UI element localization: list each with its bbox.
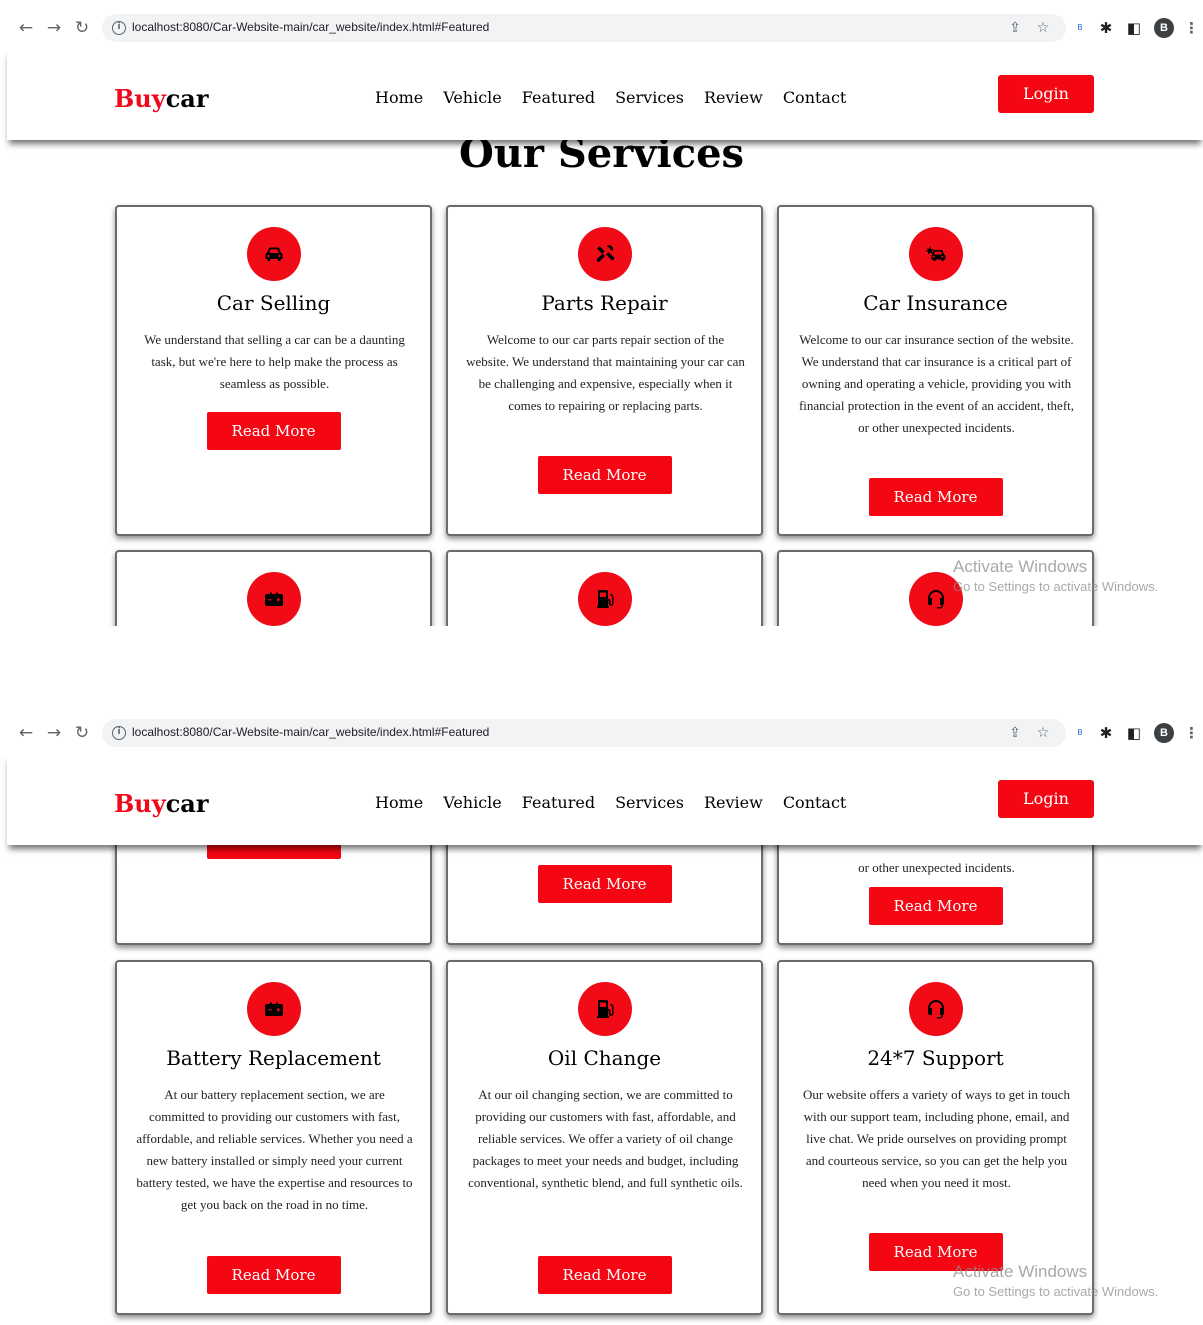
info-icon[interactable]: i: [112, 726, 126, 740]
card-title: Car Selling: [216, 291, 331, 315]
share-icon[interactable]: ⇪: [1006, 724, 1024, 742]
service-card-car-insurance: Car Insurance Welcome to our car insuran…: [777, 205, 1094, 536]
read-more-button[interactable]: Read More: [206, 1256, 341, 1294]
address-bar[interactable]: i localhost:8080/Car-Website-main/car_we…: [102, 719, 1066, 747]
browser-chrome-top: ← → ↻ i localhost:8080/Car-Website-main/…: [0, 8, 1203, 48]
read-more-button[interactable]: Read More: [537, 865, 672, 903]
read-more-button[interactable]: Read More: [868, 478, 1003, 516]
browser-chrome-bottom: ← → ↻ i localhost:8080/Car-Website-main/…: [0, 713, 1203, 753]
site-header: Buycar Home Vehicle Featured Services Re…: [7, 48, 1203, 140]
battery-icon: [246, 572, 301, 626]
fuel-pump-icon: [577, 572, 632, 626]
battery-icon: [246, 982, 301, 1036]
service-card-battery-replacement: [115, 550, 432, 626]
nav-vehicle[interactable]: Vehicle: [443, 88, 502, 107]
url-text: localhost:8080/Car-Website-main/car_webs…: [132, 725, 490, 739]
nav-services[interactable]: Services: [615, 793, 684, 812]
nav-home[interactable]: Home: [375, 88, 423, 107]
back-arrow-icon[interactable]: ←: [16, 723, 36, 743]
side-panel-icon[interactable]: ◧: [1124, 18, 1144, 38]
bookmark-star-icon[interactable]: ☆: [1034, 724, 1052, 742]
nav-featured[interactable]: Featured: [522, 793, 595, 812]
card-text: Welcome to our car insurance section of …: [798, 332, 1075, 435]
nav-home[interactable]: Home: [375, 793, 423, 812]
extension-badge[interactable]: B: [1070, 18, 1090, 38]
main-nav: Home Vehicle Featured Services Review Co…: [375, 88, 846, 107]
site-header: Buycar Home Vehicle Featured Services Re…: [7, 753, 1203, 845]
share-icon[interactable]: ⇪: [1006, 19, 1024, 37]
read-more-button[interactable]: Read More: [537, 456, 672, 494]
main-nav: Home Vehicle Featured Services Review Co…: [375, 793, 846, 812]
nav-contact[interactable]: Contact: [783, 793, 847, 812]
windows-watermark: Activate Windows Go to Settings to activ…: [953, 557, 1159, 594]
puzzle-icon[interactable]: ✱: [1096, 723, 1116, 743]
tools-icon: [577, 227, 632, 281]
card-title: Battery Replacement: [166, 1046, 381, 1070]
read-more-button[interactable]: Read More: [206, 412, 341, 450]
reload-icon[interactable]: ↻: [72, 18, 92, 38]
nav-vehicle[interactable]: Vehicle: [443, 793, 502, 812]
card-text: At our oil changing section, we are comm…: [468, 1087, 743, 1190]
bookmark-star-icon[interactable]: ☆: [1034, 19, 1052, 37]
service-card-battery-replacement: Battery Replacement At our battery repla…: [115, 960, 432, 1315]
nav-review[interactable]: Review: [704, 88, 763, 107]
nav-services[interactable]: Services: [615, 88, 684, 107]
page-viewport-bottom: Buycar Home Vehicle Featured Services Re…: [0, 753, 1203, 1325]
page-viewport-top: Buycar Home Vehicle Featured Services Re…: [0, 48, 1203, 626]
nav-contact[interactable]: Contact: [783, 88, 847, 107]
car-crash-icon: [908, 227, 963, 281]
login-button[interactable]: Login: [998, 780, 1094, 818]
card-title: Car Insurance: [863, 291, 1008, 315]
service-card-oil-change: Oil Change At our oil changing section, …: [446, 960, 763, 1315]
menu-dots-icon[interactable]: ⋮: [1184, 723, 1199, 743]
card-text: At our battery replacement section, we a…: [136, 1087, 413, 1212]
puzzle-icon[interactable]: ✱: [1096, 18, 1116, 38]
read-more-button[interactable]: Read More: [868, 887, 1003, 925]
card-text: We understand that selling a car can be …: [144, 332, 405, 391]
windows-watermark: Activate Windows Go to Settings to activ…: [953, 1262, 1159, 1299]
forward-arrow-icon[interactable]: →: [44, 723, 64, 743]
back-arrow-icon[interactable]: ←: [16, 18, 36, 38]
service-card-oil-change: [446, 550, 763, 626]
info-icon[interactable]: i: [112, 21, 126, 35]
nav-featured[interactable]: Featured: [522, 88, 595, 107]
fuel-pump-icon: [577, 982, 632, 1036]
address-bar[interactable]: i localhost:8080/Car-Website-main/car_we…: [102, 14, 1066, 42]
card-text: Our website offers a variety of ways to …: [803, 1087, 1070, 1190]
read-more-button[interactable]: Read More: [537, 1256, 672, 1294]
card-title: Oil Change: [547, 1046, 662, 1070]
extension-badge[interactable]: B: [1070, 723, 1090, 743]
card-title: Parts Repair: [541, 291, 668, 315]
logo[interactable]: Buycar: [114, 84, 209, 113]
forward-arrow-icon[interactable]: →: [44, 18, 64, 38]
card-text: Welcome to our car parts repair section …: [466, 332, 745, 413]
reload-icon[interactable]: ↻: [72, 723, 92, 743]
service-card-car-selling: Car Selling We understand that selling a…: [115, 205, 432, 536]
card-title: 24*7 Support: [867, 1046, 1004, 1070]
headset-icon: [908, 982, 963, 1036]
login-button[interactable]: Login: [998, 75, 1094, 113]
car-icon: [246, 227, 301, 281]
menu-dots-icon[interactable]: ⋮: [1184, 18, 1199, 38]
avatar[interactable]: B: [1154, 18, 1174, 38]
logo[interactable]: Buycar: [114, 789, 209, 818]
nav-review[interactable]: Review: [704, 793, 763, 812]
card-text-tail: or other unexpected incidents.: [858, 860, 1015, 875]
side-panel-icon[interactable]: ◧: [1124, 723, 1144, 743]
service-card-parts-repair: Parts Repair Welcome to our car parts re…: [446, 205, 763, 536]
url-text: localhost:8080/Car-Website-main/car_webs…: [132, 20, 490, 34]
avatar[interactable]: B: [1154, 723, 1174, 743]
